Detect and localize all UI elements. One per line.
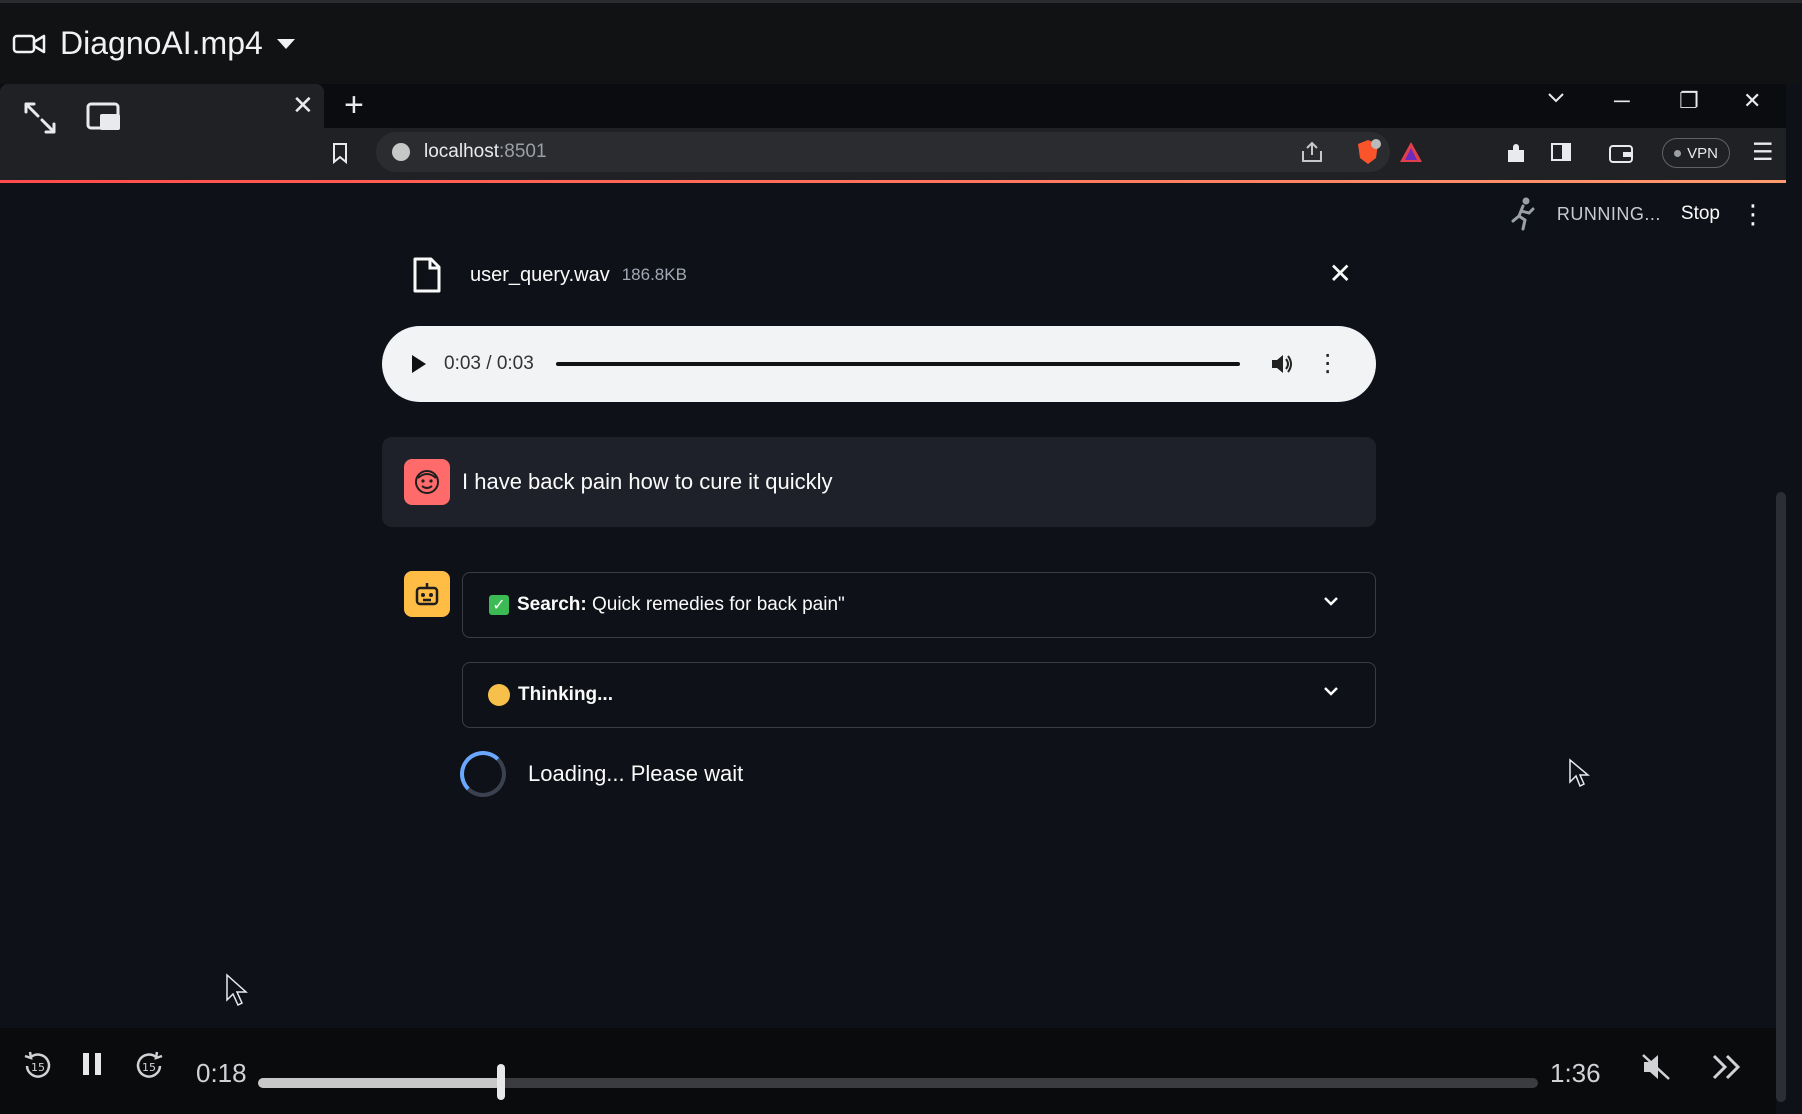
skip-forward-icon[interactable]	[1710, 1052, 1744, 1082]
vpn-status-dot	[1674, 149, 1682, 157]
audio-time: 0:03 / 0:03	[444, 353, 534, 374]
thinking-expander-label: Thinking...	[518, 684, 613, 705]
sidebar-icon[interactable]	[1550, 142, 1572, 162]
audio-seek-bar[interactable]	[555, 362, 1240, 366]
collapse-icon[interactable]	[18, 98, 62, 138]
url-host: localhost	[424, 141, 499, 162]
spinner-icon	[460, 751, 506, 797]
scrollbar[interactable]	[1776, 492, 1786, 1102]
video-current-time: 0:18	[196, 1058, 247, 1088]
check-icon: ✓	[489, 595, 509, 615]
user-face-icon	[415, 470, 439, 494]
status-running: RUNNING...	[1556, 203, 1661, 224]
search-expander[interactable]: ✓ Search: Quick remedies for back pain"	[462, 572, 1376, 638]
svg-text:15: 15	[31, 1061, 45, 1074]
player-title: DiagnoAI.mp4	[60, 25, 263, 61]
video-seek-progress	[258, 1078, 502, 1088]
brave-shield-icon[interactable]	[1354, 138, 1382, 166]
running-icon	[1511, 197, 1535, 231]
file-name: user_query.wav	[470, 263, 610, 286]
brave-rewards-icon[interactable]	[1398, 140, 1424, 164]
url-port: :8501	[499, 141, 547, 162]
app-status-bar: RUNNING... Stop ⋮	[1509, 197, 1766, 231]
tab-close-button[interactable]: ✕	[292, 92, 314, 118]
thinking-expander[interactable]: Thinking...	[462, 662, 1376, 728]
rewind-15-icon[interactable]: 15	[22, 1050, 54, 1082]
audio-player: 0:03 / 0:03 ⋮	[382, 326, 1376, 402]
avatar	[404, 459, 450, 505]
browser-toolbar: localhost :8501 VPN ☰	[324, 128, 1786, 180]
svg-text:15: 15	[142, 1061, 156, 1074]
robot-icon	[415, 583, 439, 606]
mouse-cursor-icon	[226, 973, 248, 1007]
more-icon[interactable]: ⋮	[1316, 352, 1340, 376]
thinking-face-icon	[488, 684, 510, 706]
video-camera-icon	[12, 34, 46, 53]
browser-tab-active[interactable]: ✕	[0, 84, 324, 188]
mute-icon[interactable]	[1640, 1052, 1672, 1082]
window-close-button[interactable]: ✕	[1743, 88, 1761, 114]
picture-in-picture-icon[interactable]	[82, 98, 126, 138]
chevron-down-icon[interactable]	[1323, 685, 1339, 697]
file-size: 186.8KB	[621, 265, 687, 284]
uploaded-file: user_query.wav 186.8KB ✕	[412, 253, 1352, 297]
share-icon[interactable]	[1300, 141, 1324, 163]
loading-indicator: Loading... Please wait	[460, 751, 743, 797]
user-message-text: I have back pain how to cure it quickly	[462, 469, 833, 494]
mouse-cursor-icon	[1569, 758, 1590, 788]
stop-button[interactable]: Stop	[1681, 203, 1720, 225]
play-icon[interactable]	[412, 355, 426, 373]
player-titlebar: DiagnoAI.mp4	[0, 0, 1802, 84]
extensions-icon[interactable]	[1504, 142, 1528, 166]
app-main: RUNNING... Stop ⋮ user_query.wav 186.8KB…	[0, 183, 1786, 1031]
chevron-down-icon[interactable]	[1547, 92, 1565, 104]
browser-tab-strip: ✕ + ─ ❐ ✕	[0, 84, 1786, 188]
volume-icon[interactable]	[1270, 353, 1294, 375]
vpn-button[interactable]: VPN	[1662, 138, 1730, 168]
search-expander-label: Search: Quick remedies for back pain"	[517, 594, 845, 615]
loading-text: Loading... Please wait	[528, 761, 744, 786]
avatar	[404, 571, 450, 617]
video-total-time: 1:36	[1550, 1058, 1601, 1088]
caret-down-icon[interactable]	[276, 38, 295, 49]
user-chat-message: I have back pain how to cure it quickly	[382, 437, 1376, 527]
new-tab-button[interactable]: +	[344, 88, 364, 122]
video-seek-thumb[interactable]	[497, 1064, 506, 1100]
vpn-label: VPN	[1687, 144, 1718, 162]
video-seek-bar[interactable]	[258, 1064, 1538, 1100]
main-menu-icon[interactable]: ⋮	[1740, 201, 1766, 227]
menu-icon[interactable]: ☰	[1752, 138, 1774, 167]
file-icon	[413, 257, 441, 293]
minimize-button[interactable]: ─	[1614, 88, 1630, 114]
info-icon[interactable]	[392, 143, 410, 161]
forward-15-icon[interactable]: 15	[133, 1050, 165, 1082]
bookmark-icon[interactable]	[332, 142, 348, 164]
address-bar[interactable]: localhost :8501	[376, 132, 1422, 172]
pause-icon[interactable]	[80, 1050, 104, 1078]
video-controls: 15 15 0:18 1:36	[0, 1028, 1776, 1114]
chevron-down-icon[interactable]	[1323, 595, 1339, 607]
close-icon[interactable]: ✕	[1329, 257, 1352, 290]
wallet-icon[interactable]	[1608, 142, 1634, 164]
restore-button[interactable]: ❐	[1679, 88, 1699, 114]
